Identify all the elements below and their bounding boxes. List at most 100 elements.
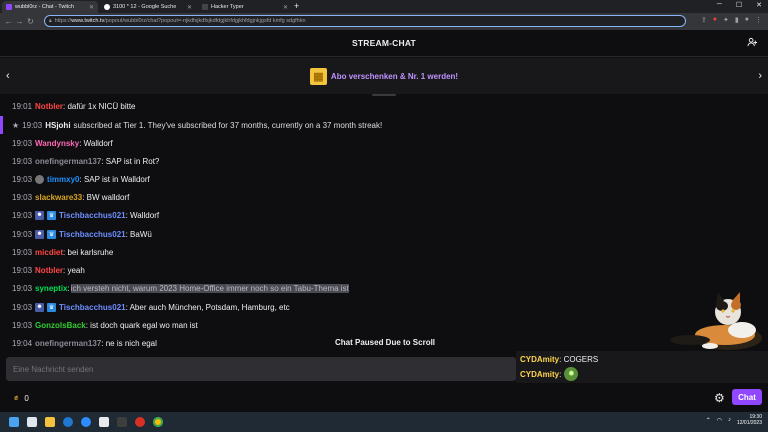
clock-date: 12/01/2023 (736, 420, 762, 426)
extension-icon[interactable]: ● (713, 16, 717, 24)
chat-message: 19:03 GonzolsBack: ist doch quark egal w… (12, 319, 198, 331)
subscriber-badge-icon[interactable]: ☻ (35, 229, 45, 239)
twitch-favicon-icon (6, 4, 12, 10)
close-tab-icon[interactable]: ✕ (283, 4, 288, 11)
username[interactable]: slackware33 (35, 193, 82, 202)
points-count: 0 (24, 393, 29, 403)
crown-badge-icon[interactable]: ♛ (47, 229, 57, 239)
username[interactable]: Notbler (35, 102, 63, 111)
username[interactable]: Tischbacchus021 (59, 211, 126, 220)
chevron-right-icon[interactable]: › (758, 70, 762, 82)
chat-header: STREAM-CHAT (0, 30, 768, 57)
timestamp: 19:03 (12, 283, 33, 293)
chat-paused-button[interactable]: Chat Paused Due to Scroll (329, 334, 442, 350)
username[interactable]: onefingerman137 (35, 339, 101, 348)
new-tab-button[interactable]: + (294, 2, 299, 11)
username[interactable]: GonzolsBack (35, 321, 86, 330)
chat-message: 19:03 Wandynsky: Walldorf (12, 137, 113, 149)
chat-message: 19:04 onefingerman137: ne is nich egal (12, 337, 157, 349)
app-icon[interactable] (99, 417, 109, 427)
crown-badge-icon[interactable]: ♛ (47, 210, 57, 220)
share-icon[interactable]: ⇪ (701, 16, 707, 24)
subscriber-badge-icon[interactable]: ☻ (35, 302, 45, 312)
chat-message: 19:03 ☻ ♛ Tischbacchus021: BaWü (12, 228, 152, 240)
timestamp: 19:03 (12, 192, 33, 202)
app-icon[interactable] (81, 417, 91, 427)
chat-bottom-bar: ✊︎ 0 ⚙ Chat (0, 386, 768, 410)
tray-chevron-icon[interactable]: ⌃ (706, 417, 711, 424)
username[interactable]: onefingerman137 (35, 157, 101, 166)
search-icon[interactable] (27, 417, 37, 427)
address-bar[interactable]: 🔒︎ https://www.twitch.tv/popout/wubbl0rz… (44, 15, 686, 27)
profile-icon[interactable]: ● (745, 16, 749, 24)
settings-gear-icon[interactable]: ⚙ (714, 391, 725, 405)
browser-tab[interactable]: wubbl0rz - Chat - Twitch ✕ (2, 1, 98, 13)
browser-tab[interactable]: Hacker Typer ✕ (198, 1, 292, 13)
overlay-username: CYDAmity (520, 354, 560, 364)
username[interactable]: timmxy0 (47, 175, 79, 184)
chat-message: 19:03 syneptix: ich versteh nicht, warum… (12, 282, 349, 294)
avatar-badge-icon[interactable] (35, 174, 45, 184)
channel-points[interactable]: ✊︎ 0 (14, 393, 29, 403)
chevron-left-icon[interactable]: ‹ (6, 70, 10, 82)
overlay-line: CYDAmity: ✹ (520, 367, 579, 381)
system-tray: ⌃ ◠ ♪ 19:30 12/01/2023 (706, 414, 762, 426)
windows-start-icon[interactable] (9, 417, 19, 427)
users-icon[interactable] (747, 37, 758, 51)
chat-input[interactable] (13, 364, 516, 374)
timestamp: 19:03 (12, 302, 33, 312)
wifi-icon[interactable]: ◠ (717, 417, 722, 424)
puzzle-icon[interactable]: ✦ (723, 16, 729, 24)
close-tab-icon[interactable]: ✕ (187, 4, 192, 11)
google-favicon-icon (104, 4, 110, 10)
subscription-notice: ★ 19:03 HSjohi subscribed at Tier 1. The… (0, 114, 768, 136)
back-icon[interactable]: ← (3, 17, 14, 26)
message-text: : ist doch quark egal wo man ist (85, 320, 198, 330)
message-text: : SAP ist in Rot? (101, 156, 160, 166)
resize-handle[interactable] (372, 94, 396, 96)
overlay-username: CYDAmity (520, 369, 560, 379)
gift-icon: ▦ (309, 67, 327, 85)
username[interactable]: Notbler (35, 266, 63, 275)
username[interactable]: Tischbacchus021 (59, 303, 126, 312)
file-explorer-icon[interactable] (45, 417, 55, 427)
close-tab-icon[interactable]: ✕ (89, 4, 94, 11)
chat-message: 19:03 ☻ ♛ Tischbacchus021: Walldorf (12, 209, 159, 221)
username[interactable]: Tischbacchus021 (59, 230, 126, 239)
send-chat-button[interactable]: Chat (732, 389, 762, 405)
reload-icon[interactable]: ↻ (25, 17, 36, 26)
timestamp: 19:03 (12, 174, 33, 184)
maximize-icon[interactable]: ☐ (736, 1, 742, 9)
app-icon[interactable] (135, 417, 145, 427)
tab-title: 3100 * 12 - Google Suche (113, 4, 177, 10)
browser-tab[interactable]: 3100 * 12 - Google Suche ✕ (100, 1, 196, 13)
message-text: : yeah (63, 265, 85, 275)
message-text: : Walldorf (79, 138, 113, 148)
username[interactable]: syneptix (35, 284, 67, 293)
subscriber-badge-icon[interactable]: ☻ (35, 210, 45, 220)
timestamp: 19:03 (12, 138, 33, 148)
chrome-icon[interactable] (153, 417, 163, 427)
forward-icon[interactable]: → (14, 17, 25, 26)
gift-sub-banner[interactable]: ‹ ▦ Abo verschenken & Nr. 1 werden! › (0, 58, 768, 94)
close-window-icon[interactable]: ✕ (756, 1, 762, 9)
lock-icon: 🔒︎ (49, 18, 52, 24)
username[interactable]: Wandynsky (35, 139, 79, 148)
edge-icon[interactable] (63, 417, 73, 427)
menu-icon[interactable]: ⋮ (755, 16, 762, 24)
message-text: : dafür 1x NICÜ bitte (63, 101, 136, 111)
username[interactable]: micdiet (35, 248, 63, 257)
clock[interactable]: 19:30 12/01/2023 (737, 414, 762, 426)
crown-badge-icon[interactable]: ♛ (47, 302, 57, 312)
sub-notice-line: ★ 19:03 HSjohi subscribed at Tier 1. The… (12, 119, 382, 131)
volume-icon[interactable]: ♪ (728, 417, 731, 423)
chat-input-container (6, 357, 516, 381)
message-text: : bei karlsruhe (63, 247, 114, 257)
sidebar-icon[interactable]: ▮ (735, 16, 739, 24)
tab-title: wubbl0rz - Chat - Twitch (15, 4, 74, 10)
terminal-icon[interactable] (117, 417, 127, 427)
cat-image (650, 290, 768, 352)
colon: : (67, 283, 70, 293)
username[interactable]: HSjohi (45, 121, 70, 130)
minimize-icon[interactable]: ─ (717, 1, 722, 9)
